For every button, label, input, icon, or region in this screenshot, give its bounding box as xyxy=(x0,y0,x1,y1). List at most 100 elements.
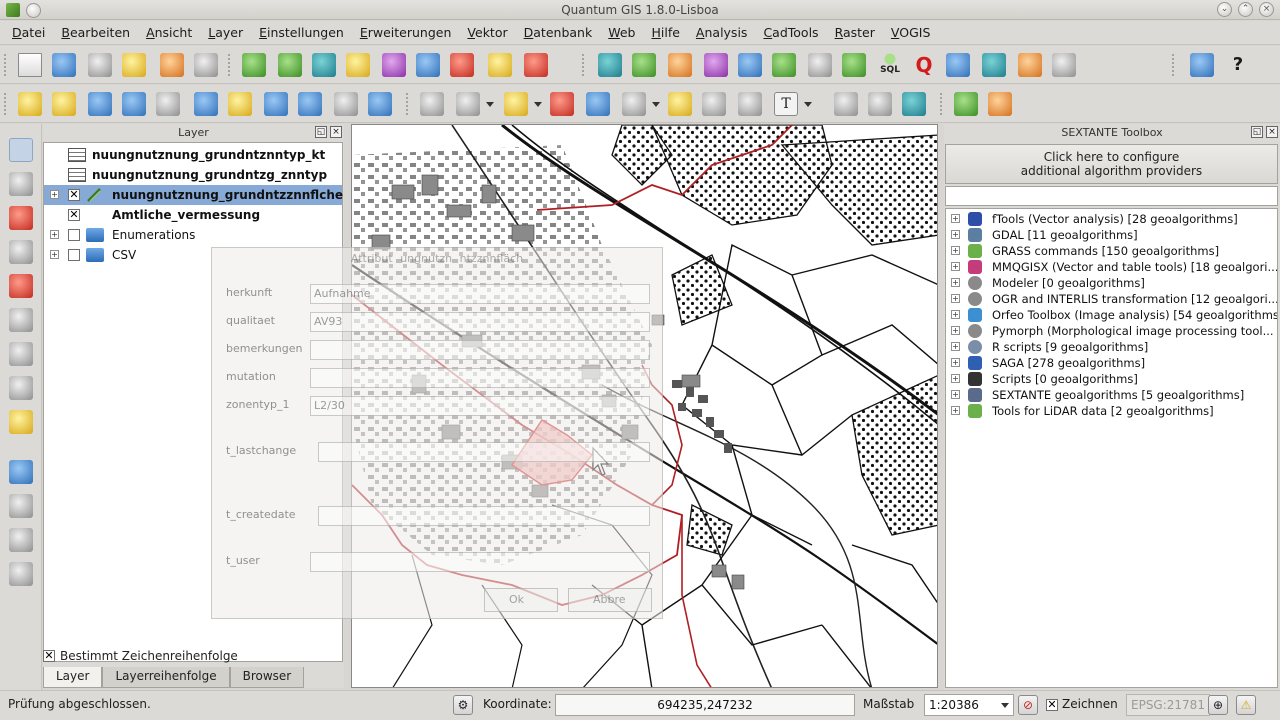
python-console-icon[interactable] xyxy=(954,92,978,116)
menu-bearbeiten[interactable]: Bearbeiten xyxy=(53,22,138,44)
layer-item[interactable]: nuungnutznung_grundntzg_znntyp xyxy=(44,165,342,185)
provider-item[interactable]: + Pymorph (Morphological image processing… xyxy=(946,323,1277,339)
close-panel-button[interactable]: × xyxy=(330,126,342,138)
select-features-icon[interactable] xyxy=(504,92,528,116)
save-edits-icon[interactable] xyxy=(9,172,33,196)
cancel-button[interactable]: Abbre xyxy=(568,588,652,612)
toolbar-grip[interactable] xyxy=(4,54,8,76)
algorithm-search-input[interactable] xyxy=(945,186,1278,206)
database-icon[interactable] xyxy=(902,92,926,116)
zoom-last-icon[interactable] xyxy=(298,92,322,116)
q-plugin-icon[interactable]: Q xyxy=(912,53,936,77)
provider-item[interactable]: + GDAL [11 geoalgorithms] xyxy=(946,227,1277,243)
tab-browser[interactable]: Browser xyxy=(229,667,305,688)
zonentyp-combo[interactable]: L2/30 xyxy=(310,396,650,416)
add-vector-layer-icon[interactable] xyxy=(242,53,266,77)
expand-icon[interactable]: + xyxy=(50,230,59,239)
coordinate-input[interactable]: 694235,247232 xyxy=(555,694,855,716)
ok-button[interactable]: Ok xyxy=(484,588,558,612)
show-hide-label-icon[interactable] xyxy=(9,528,33,552)
float-panel-button[interactable]: ◱ xyxy=(1251,126,1263,138)
toolbar-grip[interactable] xyxy=(4,93,8,115)
attribute-table-icon[interactable] xyxy=(586,92,610,116)
provider-item[interactable]: + SEXTANTE geoalgorithms [5 geoalgorithms… xyxy=(946,387,1277,403)
provider-item[interactable]: + GRASS commands [150 geoalgorithms] xyxy=(946,243,1277,259)
qualitaet-combo[interactable]: AV93 xyxy=(310,312,650,332)
zoom-full-icon[interactable] xyxy=(194,92,218,116)
help-contents-icon[interactable] xyxy=(1190,53,1214,77)
provider-item[interactable]: + fTools (Vector analysis) [28 geoalgorit… xyxy=(946,211,1277,227)
provider-item[interactable]: + Tools for LiDAR data [2 geoalgorithms] xyxy=(946,403,1277,419)
zoom-out-icon[interactable] xyxy=(122,92,146,116)
close-window-button[interactable]: × xyxy=(1259,2,1274,17)
add-table-icon[interactable] xyxy=(842,53,866,77)
node-tool-icon[interactable] xyxy=(9,274,33,298)
deselect-features-icon[interactable] xyxy=(550,92,574,116)
refresh-map-icon[interactable] xyxy=(368,92,392,116)
minimize-button[interactable]: ⌄ xyxy=(1217,2,1232,17)
menu-datenbank[interactable]: Datenbank xyxy=(516,22,601,44)
move-label-icon[interactable] xyxy=(9,562,33,586)
plugin-tools-icon[interactable] xyxy=(632,53,656,77)
print-composer-icon[interactable] xyxy=(160,53,184,77)
toolbar-grip[interactable] xyxy=(582,54,586,76)
save-as-icon[interactable] xyxy=(122,53,146,77)
expand-icon[interactable]: + xyxy=(951,214,960,223)
toolbar-grip[interactable] xyxy=(406,93,410,115)
layer-group[interactable]: ✕ Amtliche_vermessung xyxy=(44,205,342,225)
expand-icon[interactable]: + xyxy=(951,326,960,335)
expand-icon[interactable]: + xyxy=(951,406,960,415)
map-tool-icon[interactable] xyxy=(772,53,796,77)
configure-providers-button[interactable]: Click here to configure additional algor… xyxy=(945,144,1278,184)
open-project-icon[interactable] xyxy=(52,53,76,77)
add-wcs-layer-icon[interactable] xyxy=(450,53,474,77)
expand-icon[interactable]: + xyxy=(951,390,960,399)
expand-icon[interactable]: + xyxy=(951,294,960,303)
water-drop-icon[interactable] xyxy=(738,53,762,77)
createdate-input[interactable] xyxy=(318,506,650,526)
zoom-actual-icon[interactable] xyxy=(156,92,180,116)
identify-plugin-icon[interactable] xyxy=(598,53,622,77)
toolbar-grip[interactable] xyxy=(228,54,232,76)
menu-erweiterungen[interactable]: Erweiterungen xyxy=(352,22,460,44)
zoom-next-icon[interactable] xyxy=(334,92,358,116)
expand-icon[interactable]: + xyxy=(50,250,59,259)
toggle-editing-icon[interactable] xyxy=(9,138,33,162)
style-tool-icon[interactable] xyxy=(704,53,728,77)
mutation-input[interactable] xyxy=(310,368,650,388)
expand-icon[interactable]: + xyxy=(951,278,960,287)
tab-layer[interactable]: Layer xyxy=(43,667,103,688)
coordinate-toggle-icon[interactable]: ⚙ xyxy=(453,695,473,715)
gps-tool-icon[interactable] xyxy=(982,53,1006,77)
sql-icon[interactable]: SQL xyxy=(878,53,902,77)
drawing-order-checkbox[interactable]: ✕ xyxy=(43,650,55,662)
network-tool-icon[interactable] xyxy=(808,53,832,77)
delete-selected-icon[interactable] xyxy=(9,308,33,332)
zoom-layer-icon[interactable] xyxy=(264,92,288,116)
table-tool-icon[interactable] xyxy=(668,53,692,77)
herkunft-combo[interactable]: Aufnahme xyxy=(310,284,650,304)
stop-render-icon[interactable]: ⊘ xyxy=(1018,695,1038,715)
label-abc-icon[interactable] xyxy=(9,460,33,484)
drawing-order-option[interactable]: ✕ Bestimmt Zeichenreihenfolge xyxy=(43,647,343,665)
chevron-down-icon[interactable] xyxy=(486,102,494,107)
expand-icon[interactable]: + xyxy=(951,374,960,383)
layer-visibility-checkbox[interactable]: ✕ xyxy=(68,209,80,221)
expand-icon[interactable]: + xyxy=(951,310,960,319)
pan-hand-icon[interactable] xyxy=(18,92,42,116)
expand-icon[interactable]: + xyxy=(50,190,59,199)
shield-tool-icon[interactable] xyxy=(834,92,858,116)
menu-raster[interactable]: Raster xyxy=(827,22,883,44)
grid-tool-icon[interactable] xyxy=(1052,53,1076,77)
measure-line-icon[interactable] xyxy=(622,92,646,116)
text-annotation-icon[interactable]: T xyxy=(774,92,798,116)
new-shapefile-icon[interactable] xyxy=(488,53,512,77)
add-postgis-layer-icon[interactable] xyxy=(312,53,336,77)
chevron-down-icon[interactable] xyxy=(652,102,660,107)
layer-item[interactable]: nuungnutznung_grundntznntyp_kt xyxy=(44,145,342,165)
show-bookmarks-icon[interactable] xyxy=(738,92,762,116)
chevron-down-icon[interactable] xyxy=(534,102,542,107)
menu-vogis[interactable]: VOGIS xyxy=(883,22,939,44)
provider-item[interactable]: + R scripts [9 geoalgorithms] xyxy=(946,339,1277,355)
provider-item[interactable]: + Modeler [0 geoalgorithms] xyxy=(946,275,1277,291)
